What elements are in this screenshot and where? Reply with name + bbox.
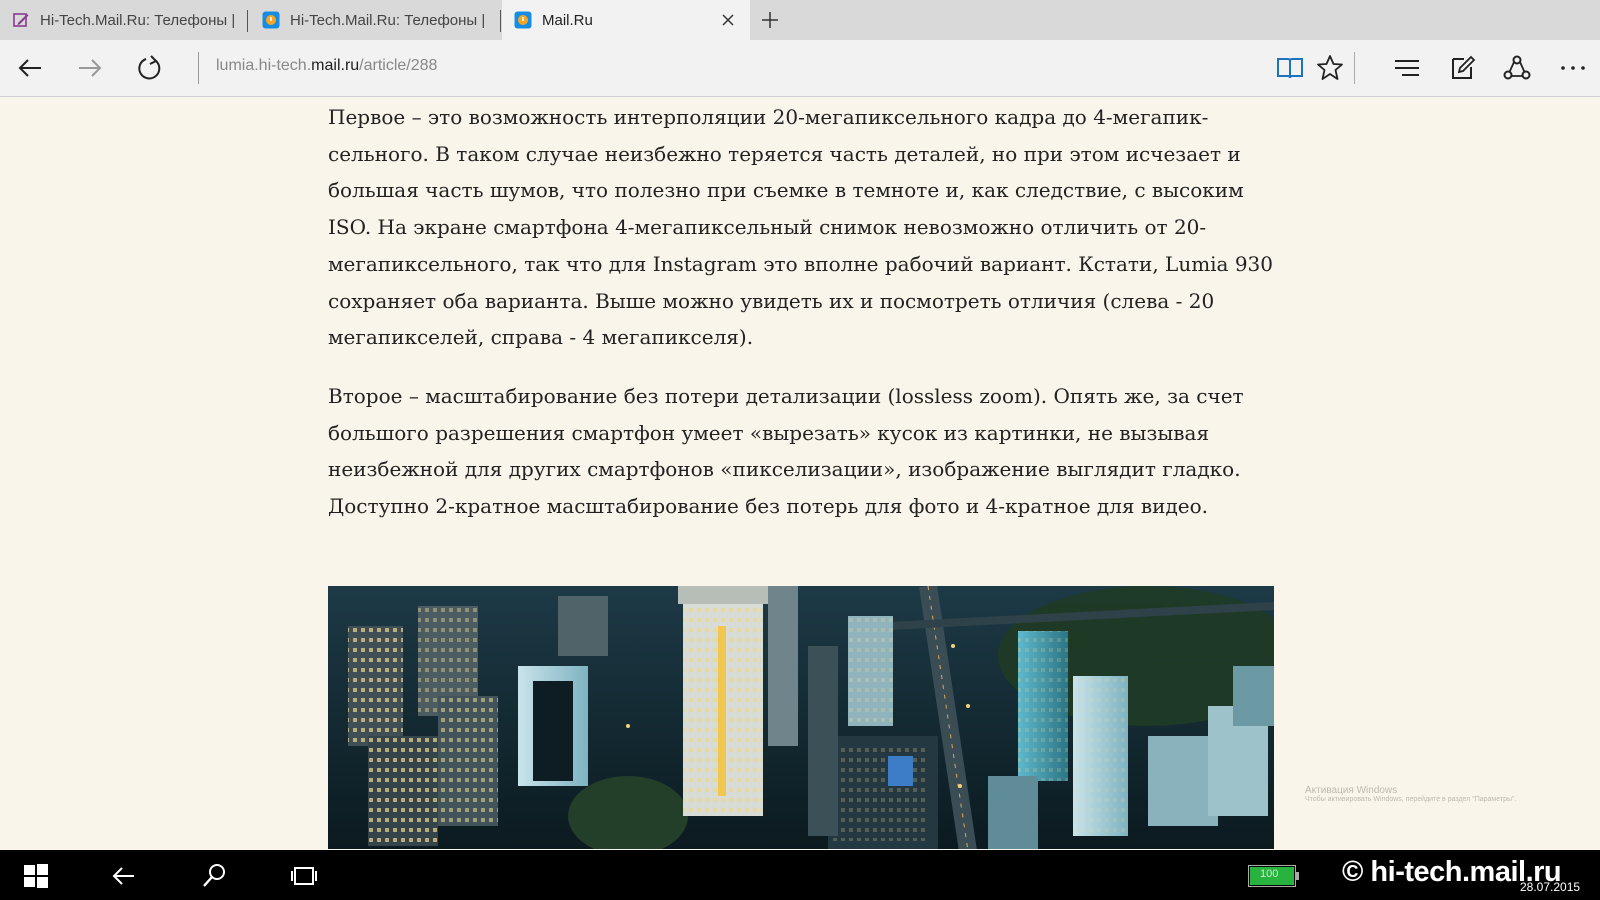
address-bar[interactable]: lumia.hi-tech.mail.ru/article/288	[216, 57, 437, 75]
forward-arrow-icon[interactable]	[75, 53, 105, 83]
tab-3-active[interactable]: Mail.Ru	[502, 0, 750, 40]
url-domain: mail.ru	[311, 57, 360, 74]
taskbar-back-icon[interactable]	[110, 862, 138, 890]
watermark-title: Активация Windows	[1305, 785, 1398, 796]
tab-strip: Hi-Tech.Mail.Ru: Телефоны | Hi-Tech.Mail…	[0, 0, 1600, 40]
hub-icon[interactable]	[1392, 53, 1422, 83]
tab-separator	[500, 10, 501, 32]
tab-title: Hi-Tech.Mail.Ru: Телефоны |	[290, 11, 486, 29]
tab-1[interactable]: Hi-Tech.Mail.Ru: Телефоны |	[0, 0, 247, 40]
taskbar-date[interactable]: 28.07.2015	[1520, 880, 1580, 894]
address-divider	[198, 52, 199, 84]
search-icon[interactable]	[200, 862, 228, 890]
toolbar-divider	[1354, 52, 1355, 84]
new-tab-icon[interactable]	[760, 10, 780, 30]
browser-toolbar: lumia.hi-tech.mail.ru/article/288	[0, 40, 1600, 97]
favorite-star-icon[interactable]	[1315, 53, 1345, 83]
article-paragraph-1: Первое – это возможность интерполяции 20…	[328, 105, 1274, 350]
battery-tip	[1296, 872, 1299, 880]
article-photo-night-city-aerial	[328, 586, 1274, 849]
close-tab-icon[interactable]	[720, 12, 736, 28]
web-note-icon[interactable]	[1447, 53, 1477, 83]
url-prefix: lumia.hi-tech.	[216, 57, 312, 74]
more-options-icon[interactable]	[1558, 53, 1588, 83]
article-body: Первое – это возможность интерполяции 20…	[328, 99, 1274, 547]
task-view-icon[interactable]	[290, 862, 318, 890]
windows-activation-watermark: Активация Windows Чтобы активировать Win…	[1305, 785, 1516, 804]
tab-2[interactable]: Hi-Tech.Mail.Ru: Телефоны |	[250, 0, 500, 40]
back-arrow-icon[interactable]	[15, 53, 45, 83]
tab-separator	[247, 10, 248, 32]
windows-start-icon[interactable]	[22, 862, 50, 890]
refresh-icon[interactable]	[135, 53, 165, 83]
mail-ru-icon	[262, 11, 280, 29]
tab-title: Mail.Ru	[542, 11, 593, 29]
note-edit-icon	[13, 13, 29, 27]
article-paragraph-2: Второе – масштабирование без потери дета…	[328, 383, 1244, 519]
battery-percent: 100	[1260, 868, 1279, 880]
share-icon[interactable]	[1502, 53, 1532, 83]
windows-taskbar: 100 © hi-tech.mail.ru 28.07.2015	[0, 850, 1600, 900]
reading-view: Первое – это возможность интерполяции 20…	[0, 97, 1600, 849]
mail-ru-icon	[514, 11, 532, 29]
tab-title: Hi-Tech.Mail.Ru: Телефоны |	[40, 11, 236, 29]
battery-indicator[interactable]: 100	[1248, 865, 1300, 887]
watermark-subtitle: Чтобы активировать Windows, перейдите в …	[1305, 796, 1517, 803]
url-path: /article/288	[359, 57, 438, 74]
reading-view-icon[interactable]	[1275, 53, 1305, 83]
